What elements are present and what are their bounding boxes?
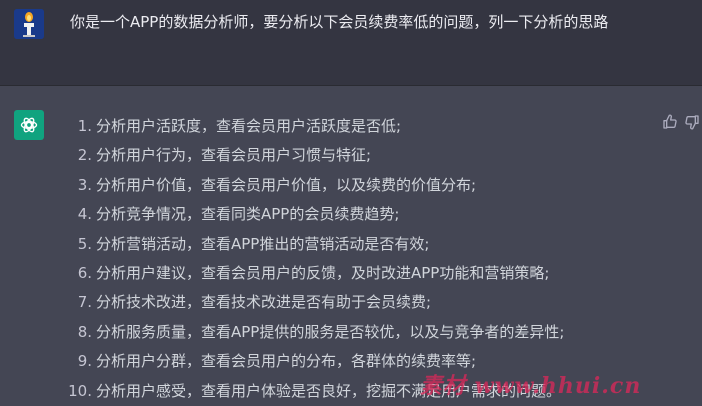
list-item: 1. 分析用户活跃度，查看会员用户活跃度是否低;: [58, 112, 658, 141]
list-item-number: 6.: [77, 263, 92, 282]
list-item-text: 分析用户建议，查看会员用户的反馈，及时改进APP功能和营销策略;: [96, 263, 550, 282]
list-item-text: 分析竞争情况，查看同类APP的会员续费趋势;: [96, 205, 400, 224]
answer-list: 1. 分析用户活跃度，查看会员用户活跃度是否低; 2. 分析用户行为，查看会员用户习惯…: [58, 112, 658, 406]
list-item: 4. 分析竞争情况，查看同类APP的会员续费趋势;: [58, 200, 658, 229]
list-item-number: 1.: [77, 117, 92, 135]
list-item: 8. 分析服务质量，查看APP提供的服务是否较优，以及与竞争者的差异性;: [58, 318, 658, 347]
list-item-text: 分析用户行为，查看会员用户习惯与特征;: [96, 146, 372, 165]
list-item-text: 分析用户价值，查看会员用户价值，以及续费的价值分布;: [96, 175, 477, 194]
openai-logo-icon: [14, 110, 44, 140]
feedback-buttons: [662, 114, 700, 130]
list-item-text: 分析用户活跃度，查看会员用户活跃度是否低;: [96, 117, 402, 135]
list-item-number: 2.: [77, 146, 92, 165]
user-message-text: 你是一个APP的数据分析师，要分析以下会员续费率低的问题，列一下分析的思路: [70, 13, 609, 31]
list-item-text: 分析技术改进，查看技术改进是否有助于会员续费;: [96, 293, 432, 312]
list-item-number: 5.: [77, 234, 92, 253]
list-item-number: 3.: [77, 175, 92, 194]
thumbs-up-icon[interactable]: [662, 114, 678, 130]
list-item-number: 9.: [77, 352, 92, 371]
message-divider: [0, 85, 702, 86]
list-item-number: 8.: [77, 322, 92, 341]
user-message-row: 你是一个APP的数据分析师，要分析以下会员续费率低的问题，列一下分析的思路: [0, 0, 702, 85]
watermark: 素材 www.hhui.cn: [420, 373, 642, 399]
list-item: 3. 分析用户价值，查看会员用户价值，以及续费的价值分布;: [58, 171, 658, 200]
list-item-number: 7.: [77, 293, 92, 312]
list-item-text: 分析营销活动，查看APP推出的营销活动是否有效;: [96, 234, 430, 253]
user-avatar-icon: [14, 9, 44, 39]
list-item: 5. 分析营销活动，查看APP推出的营销活动是否有效;: [58, 230, 658, 259]
list-item-number: 4.: [77, 205, 92, 224]
thumbs-down-icon[interactable]: [684, 114, 700, 130]
list-item: 6. 分析用户建议，查看会员用户的反馈，及时改进APP功能和营销策略;: [58, 259, 658, 288]
list-item: 7. 分析技术改进，查看技术改进是否有助于会员续费;: [58, 288, 658, 317]
list-item-number: 10.: [68, 381, 92, 400]
list-item: 2. 分析用户行为，查看会员用户习惯与特征;: [58, 141, 658, 170]
list-item-text: 分析服务质量，查看APP提供的服务是否较优，以及与竞争者的差异性;: [96, 322, 565, 341]
